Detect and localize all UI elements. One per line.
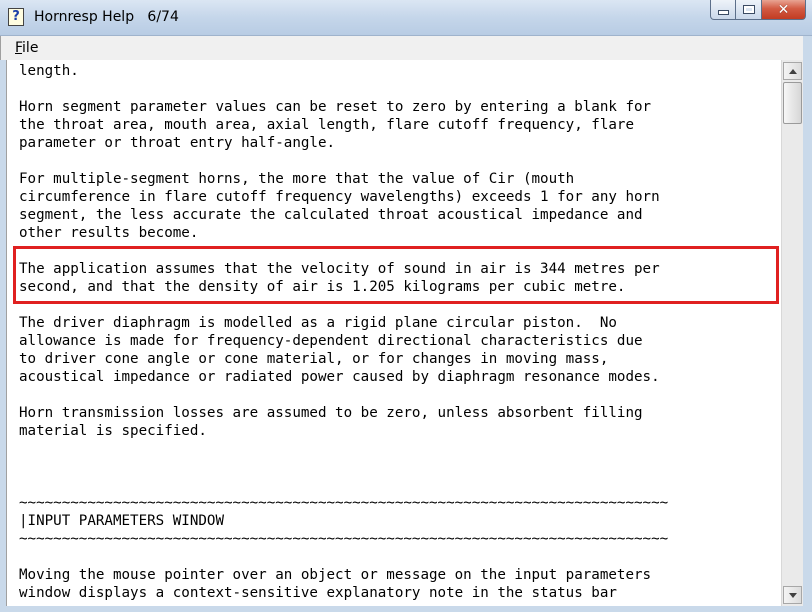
help-text-line: acoustical impedance or radiated power c… bbox=[19, 369, 660, 385]
help-text-line: material is specified. bbox=[19, 423, 207, 439]
menu-file-label: ile bbox=[22, 40, 39, 56]
help-text-line: length. bbox=[19, 63, 79, 79]
help-text-line: Moving the mouse pointer over an object … bbox=[19, 567, 652, 583]
help-text-line: to driver cone angle or cone material, o… bbox=[19, 351, 609, 367]
title-bar[interactable]: ? Hornresp Help 6/74 ✕ bbox=[0, 0, 812, 36]
help-text-line: The driver diaphragm is modelled as a ri… bbox=[19, 315, 617, 331]
help-text-line bbox=[19, 152, 668, 170]
menu-file[interactable]: File bbox=[15, 40, 38, 56]
help-text-line: the throat area, mouth area, axial lengt… bbox=[19, 117, 634, 133]
help-text-line bbox=[19, 242, 668, 260]
help-text-line bbox=[19, 296, 668, 314]
vertical-scrollbar[interactable] bbox=[781, 60, 803, 606]
minimize-button[interactable] bbox=[710, 0, 736, 20]
help-text-line bbox=[19, 548, 668, 566]
help-text-line: window displays a context-sensitive expl… bbox=[19, 585, 617, 601]
menu-bar: File bbox=[0, 36, 812, 60]
help-text-line: Horn transmission losses are assumed to … bbox=[19, 405, 643, 421]
help-text-line bbox=[19, 458, 668, 476]
window-controls: ✕ bbox=[710, 0, 806, 20]
close-button[interactable]: ✕ bbox=[762, 0, 806, 20]
scroll-up-button[interactable] bbox=[783, 62, 802, 80]
window-border-right bbox=[803, 36, 812, 612]
minimize-icon bbox=[717, 10, 729, 15]
help-text-line: second, and that the density of air is 1… bbox=[19, 279, 626, 295]
help-text-line bbox=[19, 440, 668, 458]
help-text-line: The application assumes that the velocit… bbox=[19, 261, 660, 277]
window-border-bottom bbox=[0, 606, 812, 612]
help-text-area[interactable]: length. Horn segment parameter values can… bbox=[6, 60, 781, 606]
maximize-button[interactable] bbox=[736, 0, 762, 20]
arrow-up-icon bbox=[788, 68, 797, 74]
help-text-line: |INPUT PARAMETERS WINDOW bbox=[19, 513, 224, 529]
close-icon: ✕ bbox=[777, 1, 790, 18]
arrow-down-icon bbox=[788, 592, 797, 598]
menu-file-mnemonic: F bbox=[15, 40, 23, 56]
help-text-lines: length. Horn segment parameter values can… bbox=[19, 62, 668, 602]
scroll-down-button[interactable] bbox=[783, 586, 802, 604]
help-text-line bbox=[19, 80, 668, 98]
help-text-line: ~~~~~~~~~~~~~~~~~~~~~~~~~~~~~~~~~~~~~~~~… bbox=[19, 531, 669, 547]
help-text-line bbox=[19, 386, 668, 404]
help-text-line bbox=[19, 476, 668, 494]
help-text-line: segment, the less accurate the calculate… bbox=[19, 207, 643, 223]
help-text-line: circumference in flare cutoff frequency … bbox=[19, 189, 660, 205]
help-text-line: other results become. bbox=[19, 225, 199, 241]
help-text-line: Horn segment parameter values can be res… bbox=[19, 99, 652, 115]
help-question-icon[interactable]: ? bbox=[8, 8, 24, 26]
help-text-line: For multiple-segment horns, the more tha… bbox=[19, 171, 575, 187]
help-text-line: allowance is made for frequency-dependen… bbox=[19, 333, 643, 349]
scrollbar-thumb[interactable] bbox=[783, 82, 802, 124]
window-title: Hornresp Help 6/74 bbox=[34, 9, 179, 25]
help-text-line: parameter or throat entry half-angle. bbox=[19, 135, 336, 151]
help-text-line: ~~~~~~~~~~~~~~~~~~~~~~~~~~~~~~~~~~~~~~~~… bbox=[19, 495, 669, 511]
maximize-icon bbox=[742, 5, 755, 14]
